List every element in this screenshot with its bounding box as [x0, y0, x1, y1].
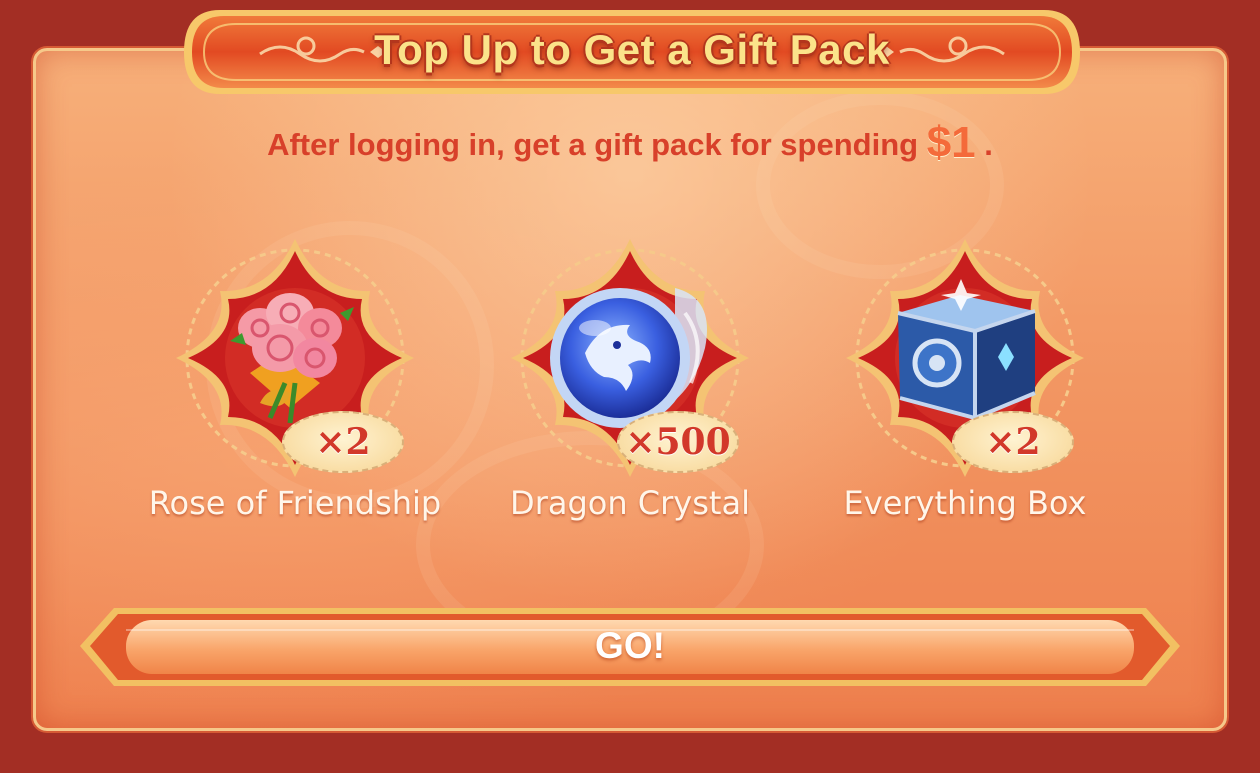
promo-description-period: .: [984, 127, 993, 162]
reward-name: Everything Box: [843, 484, 1087, 522]
reward-name: Dragon Crystal: [510, 484, 750, 522]
go-button[interactable]: GO!: [80, 600, 1180, 692]
reward-name: Rose of Friendship: [148, 484, 442, 522]
reward-item[interactable]: ×500 Dragon Crystal: [505, 233, 755, 533]
reward-count-badge: ×2: [952, 411, 1074, 473]
promo-description-text: After logging in, get a gift pack for sp…: [267, 127, 919, 162]
promo-description: After logging in, get a gift pack for sp…: [0, 118, 1260, 170]
go-button-frame: GO!: [80, 600, 1180, 692]
reward-item[interactable]: ×2 Rose of Friendship: [149, 233, 441, 533]
reward-count-badge: ×2: [282, 411, 404, 473]
page-title: Top Up to Get a Gift Pack: [374, 26, 890, 73]
reward-item[interactable]: ×2 Everything Box: [840, 233, 1090, 533]
title-banner: Top Up to Get a Gift Pack: [180, 4, 1084, 102]
reward-count-badge: ×500: [617, 411, 739, 473]
spend-amount: $1: [926, 118, 976, 167]
